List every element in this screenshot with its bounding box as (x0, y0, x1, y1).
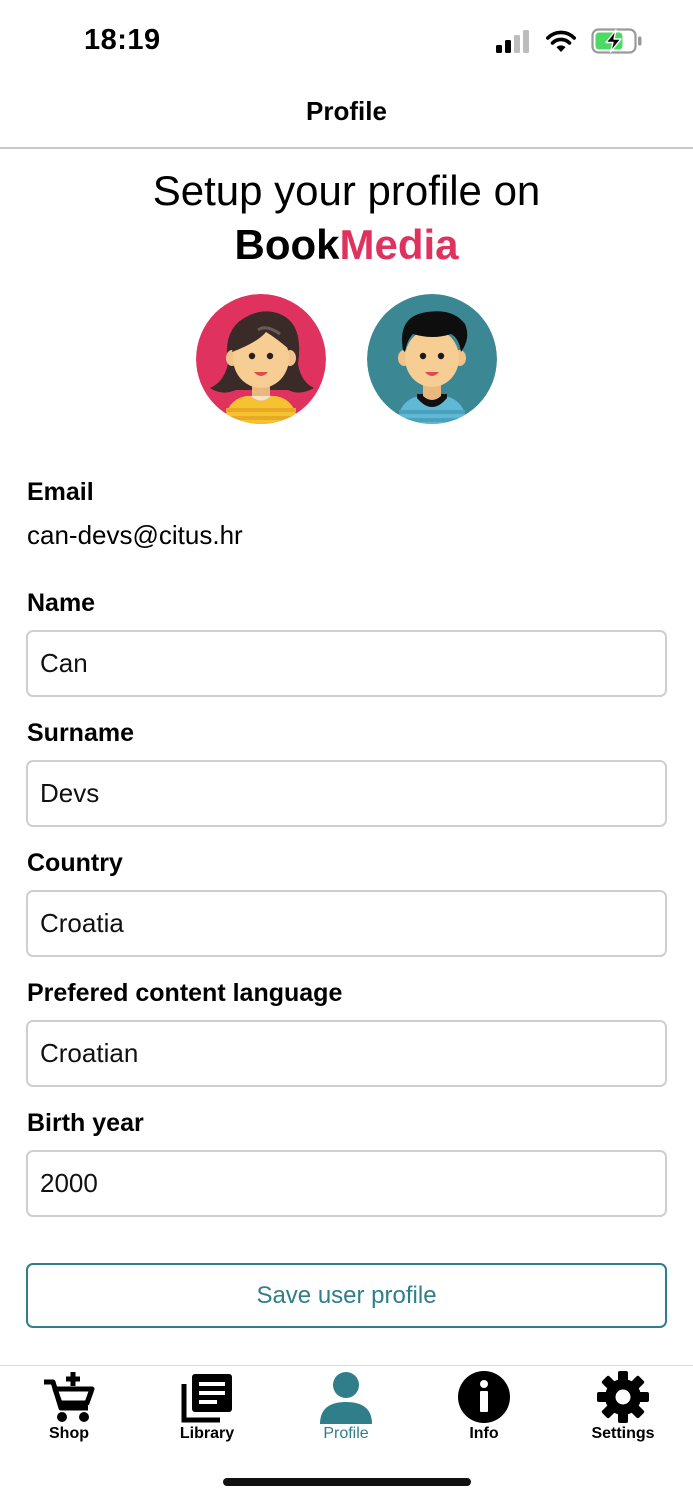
status-icons (495, 26, 643, 56)
tab-profile[interactable]: Profile (277, 1366, 415, 1446)
tab-shop[interactable]: Shop (0, 1366, 138, 1446)
cart-plus-icon (44, 1372, 95, 1422)
tab-label-shop: Shop (49, 1425, 89, 1442)
battery-charging-icon (591, 28, 642, 54)
female-avatar-icon[interactable] (196, 294, 326, 424)
surname-label: Surname (27, 719, 134, 747)
gear-icon (597, 1371, 649, 1423)
headline-text: Setup your profile on (152, 167, 541, 214)
brand-name-part2: Media (339, 221, 459, 268)
tab-settings[interactable]: Settings (554, 1366, 692, 1446)
library-icon (181, 1374, 232, 1423)
surname-input[interactable] (26, 760, 667, 827)
content-language-input[interactable] (26, 1020, 667, 1087)
email-label: Email (27, 478, 94, 506)
navigation-bar: Profile (0, 84, 693, 149)
tab-library[interactable]: Library (138, 1366, 276, 1446)
birth-year-label: Birth year (27, 1109, 144, 1137)
male-avatar-icon[interactable] (367, 294, 497, 424)
email-value: can-devs@citus.hr (27, 520, 243, 550)
tab-info[interactable]: Info (415, 1366, 553, 1446)
birth-year-input[interactable] (26, 1150, 667, 1217)
home-indicator (223, 1478, 471, 1486)
tab-label-info: Info (469, 1425, 499, 1442)
tab-label-settings: Settings (591, 1425, 655, 1442)
country-input[interactable] (26, 890, 667, 957)
wifi-icon (546, 30, 576, 52)
setup-headline: Setup your profile on BookMedia (0, 164, 693, 272)
content-language-label: Prefered content language (27, 979, 343, 1007)
brand-logo-text: BookMedia (0, 218, 693, 272)
cellular-signal-icon (496, 30, 529, 53)
tab-label-library: Library (179, 1425, 235, 1442)
status-bar: 18:19 (0, 0, 693, 84)
name-input[interactable] (26, 630, 667, 697)
tab-label-profile: Profile (323, 1425, 369, 1442)
country-label: Country (27, 849, 123, 877)
avatar-picker (0, 294, 693, 426)
brand-name-part1: Book (234, 221, 340, 268)
name-label: Name (27, 589, 96, 617)
status-time: 18:19 (84, 24, 161, 56)
info-icon (458, 1371, 510, 1423)
save-profile-button[interactable]: Save user profile (26, 1263, 667, 1328)
page-title: Profile (306, 96, 387, 126)
person-icon (320, 1372, 372, 1424)
